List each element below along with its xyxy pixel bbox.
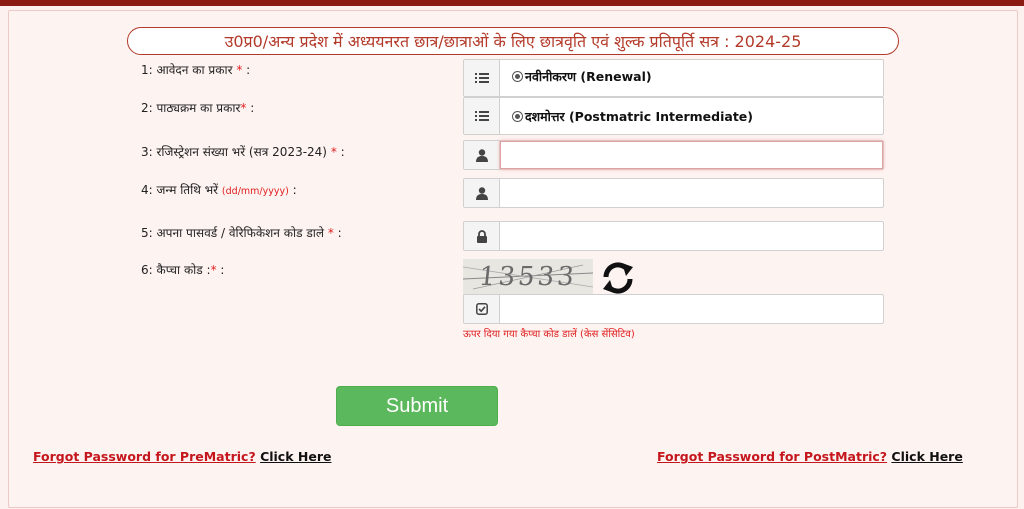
dob-field: [463, 178, 884, 208]
label-text: 4: जन्म तिथि भरें: [141, 183, 219, 197]
user-icon: [464, 179, 500, 207]
captcha-text: 13533: [477, 262, 579, 292]
application-type-label: 1: आवेदन का प्रकार * :: [141, 61, 250, 78]
label-text: 2: पाठ्यक्रम का प्रकार: [141, 101, 241, 115]
form-title: उ0प्र0/अन्य प्रदेश में अध्ययनरत छात्र/छा…: [127, 27, 899, 55]
captcha-hint: ऊपर दिया गया कैप्चा कोड डालें (केस सेंसि…: [463, 329, 635, 340]
forgot-postmatric-link[interactable]: Click Here: [891, 449, 962, 464]
course-type-field: दशमोत्तर (Postmatric Intermediate): [463, 97, 884, 135]
forgot-postmatric: Forgot Password for PostMatric? Click He…: [657, 449, 963, 464]
dob-label: 4: जन्म तिथि भरें (dd/mm/yyyy) :: [141, 181, 297, 198]
refresh-captcha-icon[interactable]: [600, 260, 636, 296]
registration-number-field: [463, 140, 884, 170]
date-format-hint: (dd/mm/yyyy): [221, 186, 289, 197]
password-input[interactable]: [500, 222, 883, 250]
captcha-field: [463, 294, 884, 324]
captcha-input[interactable]: [500, 295, 883, 323]
registration-number-label: 3: रजिस्ट्रेशन संख्या भरें (सत्र 2023-24…: [141, 143, 345, 160]
label-text: 3: रजिस्ट्रेशन संख्या भरें (सत्र 2023-24…: [141, 145, 327, 159]
radio-selected-icon: [512, 111, 523, 122]
label-text: 1: आवेदन का प्रकार: [141, 63, 233, 77]
list-icon: [464, 98, 500, 134]
captcha-label: 6: कैप्चा कोड :* :: [141, 261, 224, 278]
renewal-radio[interactable]: नवीनीकरण (Renewal): [512, 68, 652, 85]
lock-icon: [464, 222, 500, 250]
submit-button[interactable]: Submit: [336, 386, 498, 426]
forgot-prematric-text[interactable]: Forgot Password for PreMatric?: [33, 449, 256, 464]
radio-selected-icon: [512, 71, 523, 82]
top-bar: [0, 0, 1024, 6]
password-field: [463, 221, 884, 251]
forgot-prematric: Forgot Password for PreMatric? Click Her…: [33, 449, 331, 464]
label-text: 6: कैप्चा कोड :: [141, 263, 211, 277]
postmatric-radio-label: दशमोत्तर (Postmatric Intermediate): [525, 109, 753, 124]
user-icon: [464, 141, 500, 169]
captcha-image: 13533: [463, 259, 593, 295]
label-colon: :: [246, 101, 255, 115]
forgot-postmatric-text[interactable]: Forgot Password for PostMatric?: [657, 449, 887, 464]
postmatric-radio[interactable]: दशमोत्तर (Postmatric Intermediate): [512, 108, 753, 125]
label-text: 5: अपना पासवर्ड / वेरिफिकेशन कोड डाले: [141, 226, 324, 240]
forgot-prematric-link[interactable]: Click Here: [260, 449, 331, 464]
password-label: 5: अपना पासवर्ड / वेरिफिकेशन कोड डाले * …: [141, 224, 342, 241]
label-colon: :: [288, 183, 297, 197]
dob-input[interactable]: [500, 179, 883, 207]
label-colon: :: [333, 226, 342, 240]
registration-number-input[interactable]: [500, 141, 883, 169]
renewal-radio-label: नवीनीकरण (Renewal): [525, 69, 652, 84]
label-colon: :: [336, 145, 345, 159]
list-icon: [464, 60, 500, 96]
check-square-icon: [464, 295, 500, 323]
label-colon: :: [216, 263, 225, 277]
application-type-field: नवीनीकरण (Renewal): [463, 59, 884, 97]
label-colon: :: [242, 63, 251, 77]
course-type-label: 2: पाठ्यक्रम का प्रकार* :: [141, 99, 254, 116]
